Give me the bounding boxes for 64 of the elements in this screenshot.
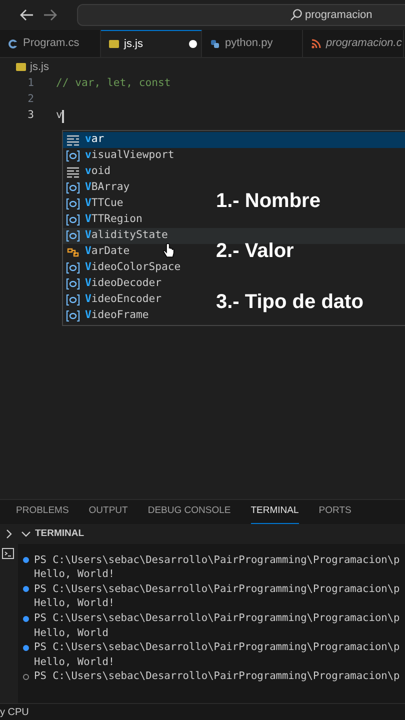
forward-arrow-icon[interactable] <box>43 9 57 21</box>
variable-icon <box>66 278 80 290</box>
variable-icon <box>66 150 80 162</box>
rss-icon <box>311 38 321 48</box>
line-number: 1 <box>26 76 34 92</box>
variable-icon <box>66 214 80 226</box>
overlay-caption: 3.- Tipo de dato <box>216 290 364 315</box>
suggestion-item[interactable]: ValidityState <box>63 228 405 244</box>
hand-cursor-icon <box>163 243 175 259</box>
search-icon <box>290 9 302 21</box>
suggestion-item[interactable]: var <box>63 132 405 148</box>
suggestion-item[interactable]: VideoDecoder <box>63 276 166 292</box>
suggestion-item[interactable]: VTTRegion <box>63 212 146 228</box>
terminal-line: PS C:\Users\sebac\Desarrollo\PairProgramming\Programacion\p <box>34 610 400 626</box>
text-cursor <box>62 110 64 122</box>
tab-label[interactable]: js.js <box>124 36 143 52</box>
variable-icon <box>66 310 80 322</box>
suggestion-item[interactable]: VarDate <box>63 244 134 260</box>
code-text: v <box>56 108 62 124</box>
csharp-icon <box>8 38 18 48</box>
suggestion-item[interactable]: void <box>63 164 115 180</box>
terminal-line: Hello, World! <box>34 567 115 582</box>
suggestion-item[interactable]: VBArray <box>63 180 134 196</box>
panel-tab[interactable]: OUTPUT <box>88 500 128 524</box>
tab-label[interactable]: programacion.c <box>326 35 402 52</box>
terminal-line: PS C:\Users\sebac\Desarrollo\PairProgramming\Programacion\p <box>34 582 400 597</box>
panel-tab[interactable]: PORTS <box>318 500 352 524</box>
terminal-line: PS C:\Users\sebac\Desarrollo\PairProgramming\Programacion\p <box>34 552 400 568</box>
suggestion-item[interactable]: VideoFrame <box>63 308 153 324</box>
suggestion-item[interactable]: VideoColorSpace <box>63 260 185 276</box>
terminal-line: Hello, World! <box>34 596 115 612</box>
keyword-icon <box>66 166 80 178</box>
line-number: 2 <box>26 92 34 108</box>
variable-icon <box>66 198 80 210</box>
status-item[interactable]: y CPU <box>0 704 29 720</box>
variable-icon <box>66 182 80 194</box>
variable-icon <box>66 230 80 242</box>
code-text: // var, let, const <box>56 76 171 92</box>
tab-label[interactable]: Program.cs <box>23 35 80 52</box>
suggestion-item[interactable]: visualViewport <box>63 148 178 164</box>
panel-tab[interactable]: PROBLEMS <box>16 500 69 524</box>
python-icon <box>210 38 220 48</box>
terminal-icon <box>2 548 14 559</box>
terminal-line: Hello, World <box>34 626 108 641</box>
tab-label[interactable]: python.py <box>225 35 273 52</box>
line-number: 3 <box>26 108 34 124</box>
suggestion-item[interactable]: VideoEncoder <box>63 292 166 308</box>
terminal-line: Hello, World! <box>34 654 115 670</box>
variable-icon <box>66 262 80 274</box>
terminal-line: PS C:\Users\sebac\Desarrollo\PairProgramming\Programacion\p <box>34 640 400 656</box>
breadcrumb[interactable]: js.js <box>30 58 49 76</box>
back-arrow-icon[interactable] <box>20 9 34 21</box>
variable-icon <box>66 294 80 306</box>
keyword-icon <box>66 134 80 146</box>
section-header[interactable]: TERMINAL <box>35 526 84 542</box>
editor-tab[interactable]: js.js <box>101 30 202 57</box>
panel-tab[interactable]: DEBUG CONSOLE <box>148 500 231 524</box>
chevron-right-icon <box>6 529 13 539</box>
chevron-down-icon <box>21 530 31 538</box>
overlay-caption: 1.- Nombre <box>216 189 320 214</box>
terminal-line: PS C:\Users\sebac\Desarrollo\PairProgramming\Programacion\p <box>34 669 400 684</box>
search-field[interactable]: programacion <box>77 4 405 26</box>
class-icon <box>66 246 80 258</box>
suggestion-item[interactable]: VTTCue <box>63 196 128 212</box>
